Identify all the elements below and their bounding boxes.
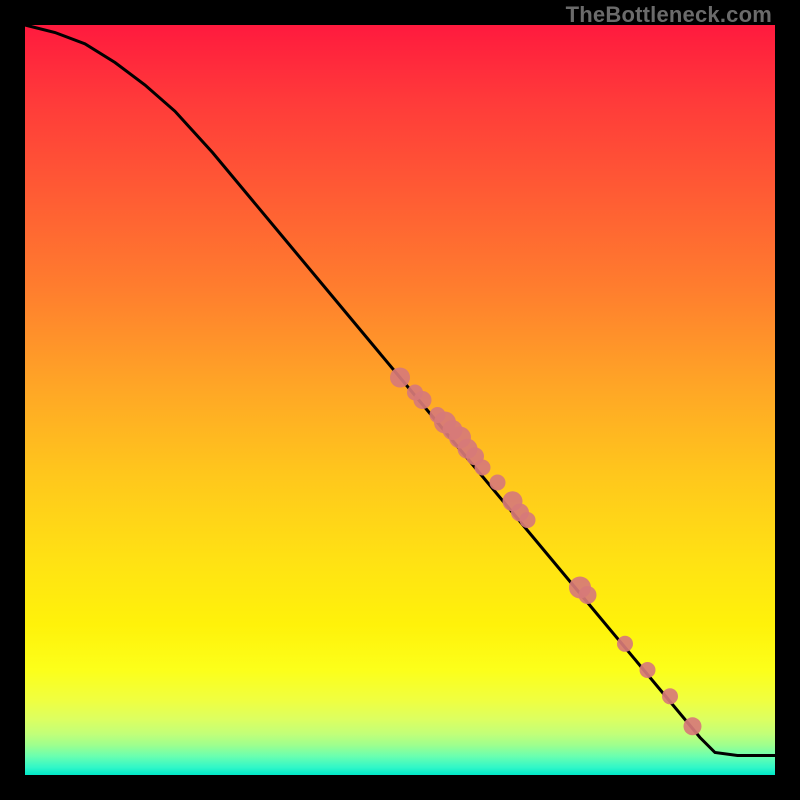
chart-plot (25, 25, 775, 775)
data-point (390, 368, 410, 388)
data-point (490, 475, 506, 491)
data-point (414, 391, 432, 409)
watermark-text: TheBottleneck.com (566, 2, 772, 28)
data-point (684, 717, 702, 735)
curve-line (25, 25, 775, 756)
data-point (579, 586, 597, 604)
data-point (662, 688, 678, 704)
data-point (520, 512, 536, 528)
chart-frame (25, 25, 775, 775)
data-point (617, 636, 633, 652)
data-point (640, 662, 656, 678)
data-point (475, 460, 491, 476)
